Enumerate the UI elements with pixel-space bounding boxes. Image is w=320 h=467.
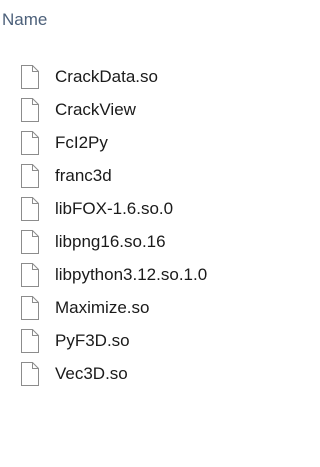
file-row[interactable]: CrackView bbox=[0, 93, 267, 126]
blank-file-icon bbox=[19, 263, 41, 287]
blank-file-icon bbox=[19, 197, 41, 221]
file-row[interactable]: libpython3.12.so.1.0 bbox=[0, 258, 267, 291]
file-name: Maximize.so bbox=[55, 298, 150, 317]
blank-file-icon bbox=[19, 362, 41, 386]
name-column-header[interactable]: Name bbox=[0, 8, 269, 32]
file-name: libpng16.so.16 bbox=[55, 232, 166, 251]
file-name: libFOX-1.6.so.0 bbox=[55, 199, 174, 218]
blank-file-icon bbox=[19, 164, 41, 188]
file-row[interactable]: libFOX-1.6.so.0 bbox=[0, 192, 267, 225]
file-name: FcI2Py bbox=[55, 133, 108, 152]
file-row[interactable]: CrackData.so bbox=[0, 60, 267, 93]
blank-file-icon bbox=[19, 296, 41, 320]
blank-file-icon bbox=[19, 329, 41, 353]
file-row[interactable]: FcI2Py bbox=[0, 126, 267, 159]
file-row[interactable]: franc3d bbox=[0, 159, 267, 192]
blank-file-icon bbox=[19, 230, 41, 254]
file-name: libpython3.12.so.1.0 bbox=[55, 265, 208, 284]
blank-file-icon bbox=[19, 98, 41, 122]
file-row[interactable]: PyF3D.so bbox=[0, 324, 267, 357]
file-name: franc3d bbox=[55, 166, 112, 185]
blank-file-icon bbox=[19, 131, 41, 155]
file-list: CrackData.so CrackView FcI2Py franc3d li… bbox=[0, 60, 267, 390]
file-name: PyF3D.so bbox=[55, 331, 130, 350]
file-name: CrackData.so bbox=[55, 67, 158, 86]
file-name: Vec3D.so bbox=[55, 364, 128, 383]
file-row[interactable]: libpng16.so.16 bbox=[0, 225, 267, 258]
blank-file-icon bbox=[19, 65, 41, 89]
file-name: CrackView bbox=[55, 100, 136, 119]
file-row[interactable]: Maximize.so bbox=[0, 291, 267, 324]
file-row[interactable]: Vec3D.so bbox=[0, 357, 267, 390]
